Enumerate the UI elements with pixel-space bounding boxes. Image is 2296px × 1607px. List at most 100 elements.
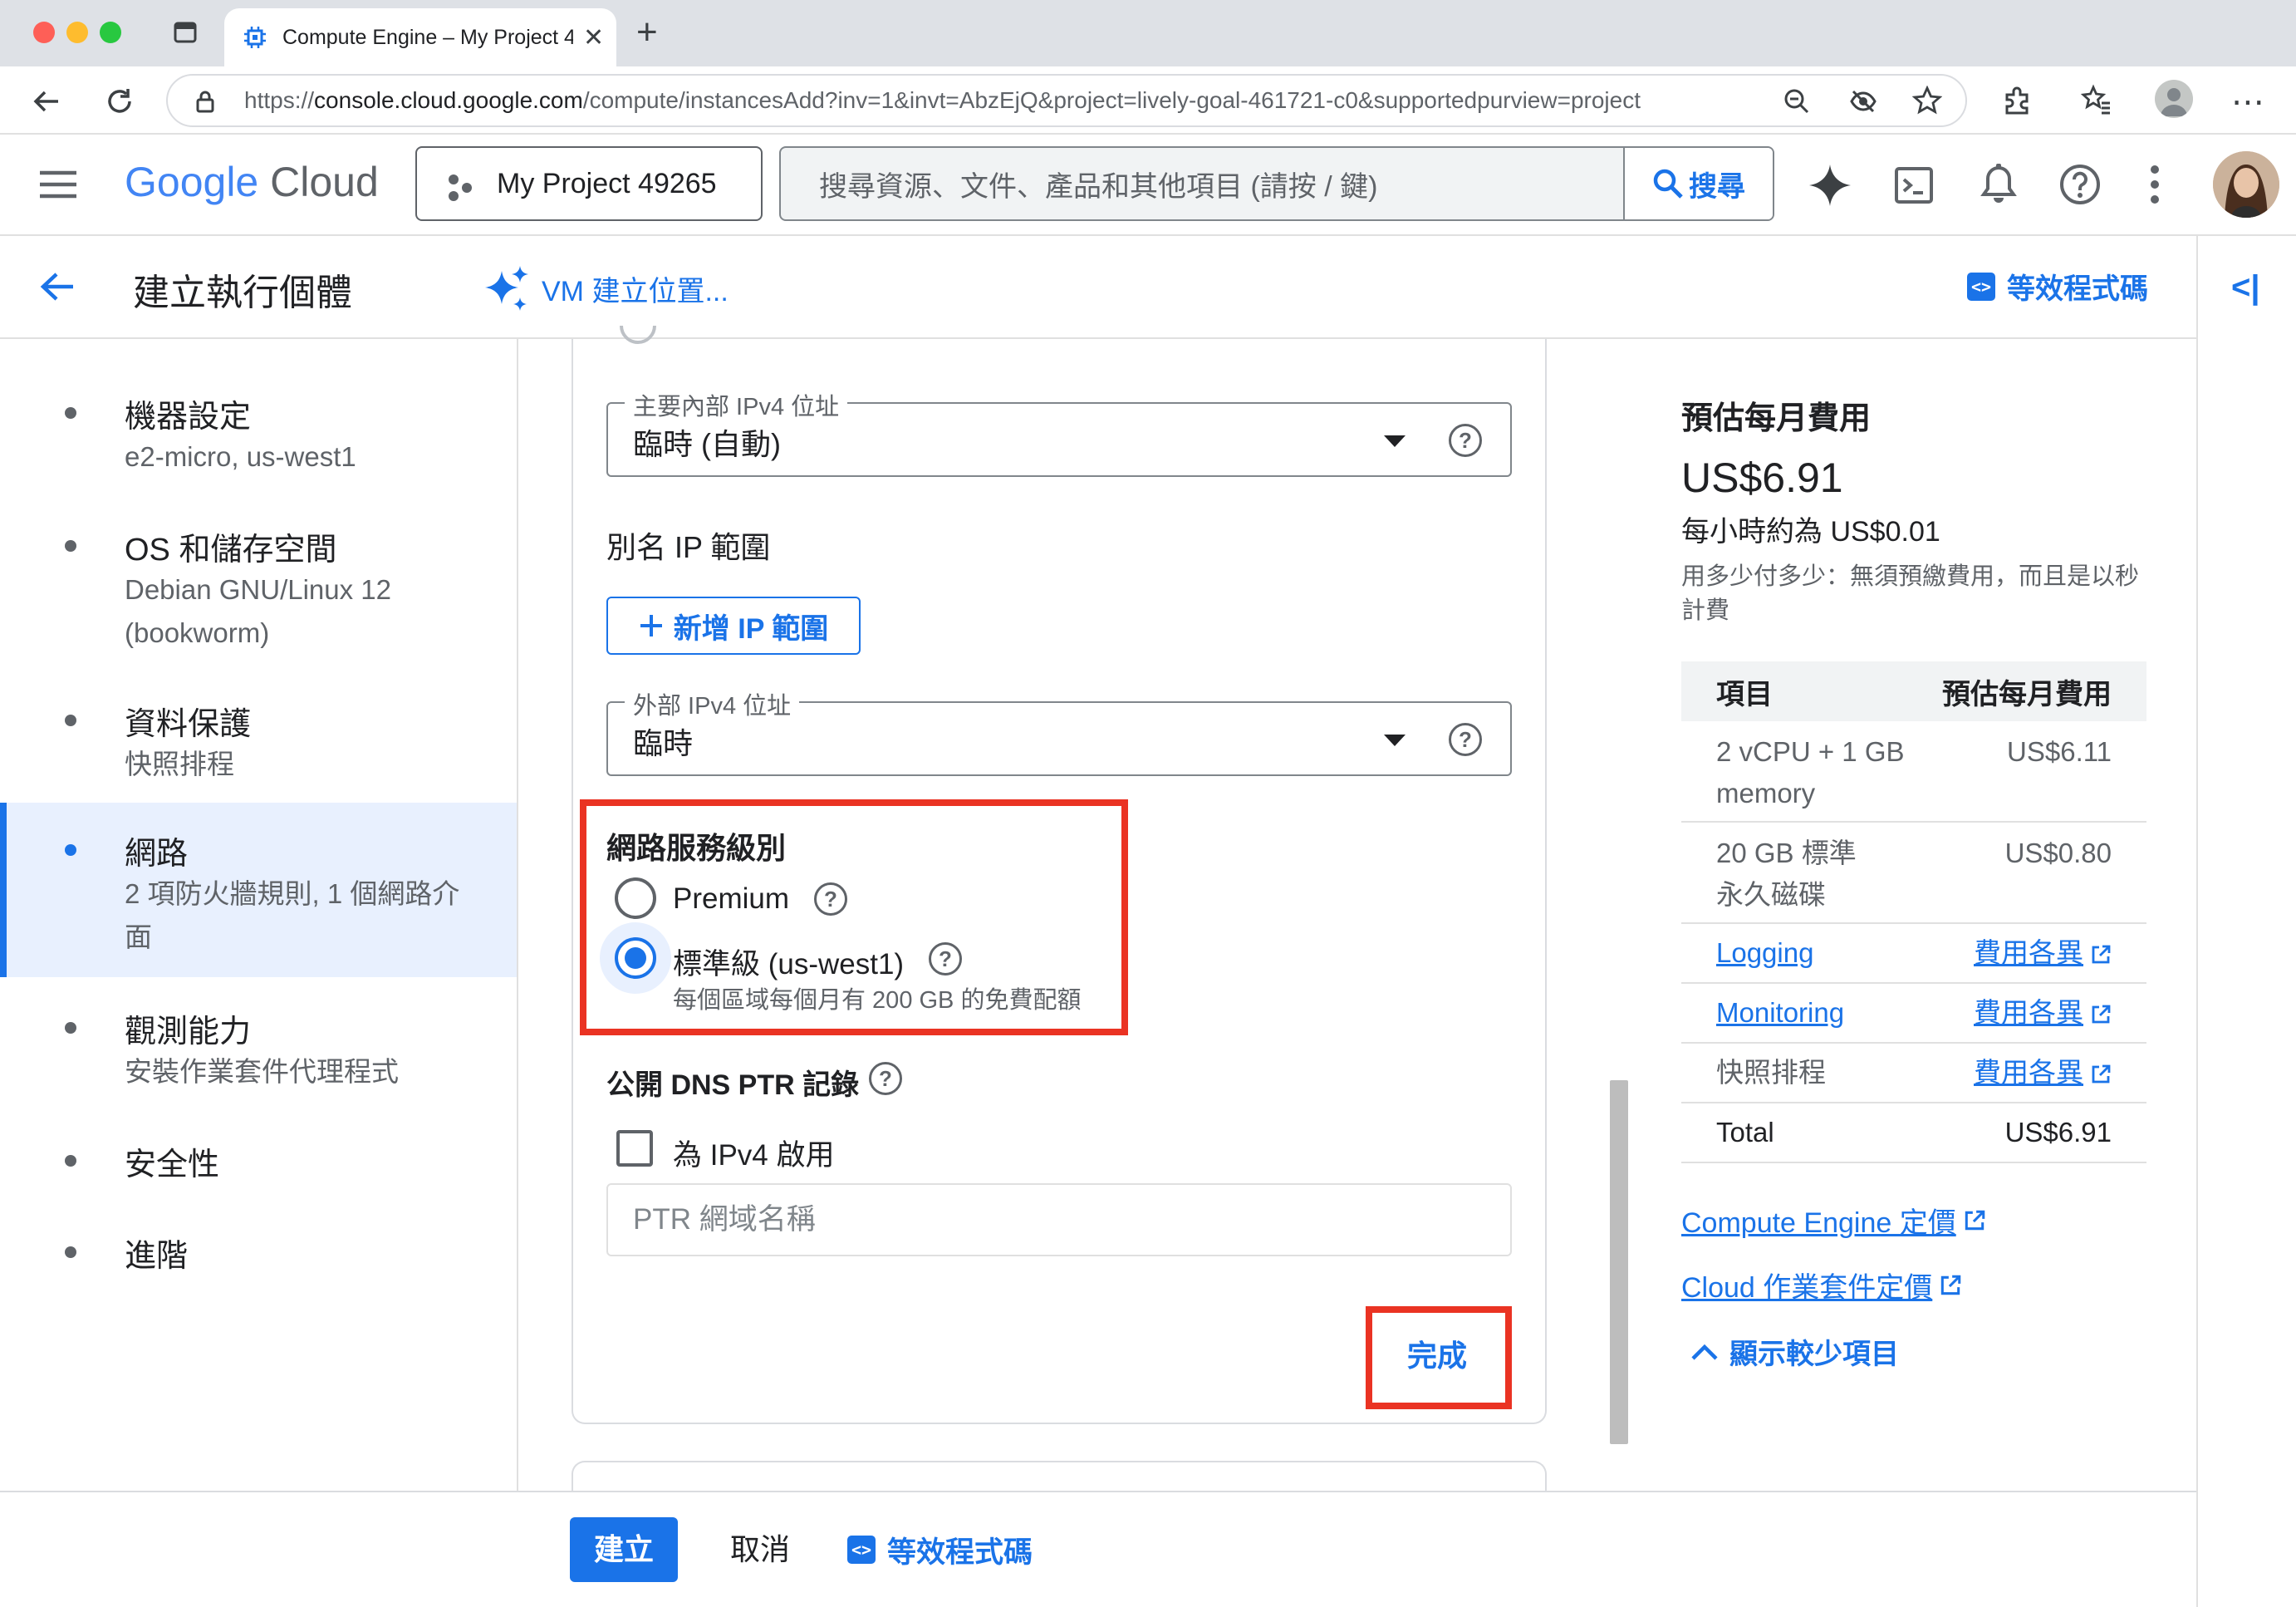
col-item-header: 項目	[1716, 678, 1773, 710]
url-scheme: https://	[244, 87, 315, 113]
logging-link[interactable]: Logging	[1716, 932, 1813, 974]
browser-tab-active[interactable]: Compute Engine – My Project 4 ✕	[224, 8, 616, 66]
browser-profile-avatar[interactable]	[2155, 80, 2193, 118]
hamburger-menu-icon[interactable]	[38, 170, 78, 199]
minimize-window-button[interactable]	[66, 22, 88, 43]
add-ip-range-label: 新增 IP 範圍	[673, 612, 829, 645]
search-button[interactable]: 搜尋	[1623, 148, 1773, 219]
tracking-protection-icon[interactable]	[1849, 87, 1877, 115]
external-link-icon	[1965, 1210, 1985, 1230]
tier-standard-radio[interactable]	[615, 937, 656, 979]
project-picker-button[interactable]: My Project 49265	[415, 146, 763, 221]
cost-table: 項目 預估每月費用 2 vCPU + 1 GB memory US$6.11 2…	[1681, 661, 2146, 1163]
done-button[interactable]: 完成	[1379, 1333, 1495, 1379]
browser-menu-icon[interactable]: ⋯	[2231, 83, 2266, 121]
cost-monthly-total: US$6.91	[1681, 455, 1843, 501]
nav-item-os-storage[interactable]: OS 和儲存空間 Debian GNU/Linux 12 (bookworm)	[0, 518, 517, 660]
site-info-icon[interactable]	[193, 89, 218, 114]
url-field[interactable]: https://console.cloud.google.com/compute…	[166, 74, 1967, 127]
monitoring-cost-link[interactable]: 費用各異	[1974, 992, 2112, 1034]
nav-item-observability[interactable]: 觀測能力 安裝作業套件代理程式	[0, 1000, 517, 1092]
favorites-icon[interactable]	[2080, 83, 2113, 116]
cost-note: 用多少付多少：無須預繳費用，而且是以秒計費	[1681, 563, 2140, 624]
reload-icon[interactable]	[103, 85, 136, 118]
enable-ipv4-ptr-checkbox[interactable]	[616, 1130, 653, 1167]
search-input[interactable]: 搜尋資源、文件、產品和其他項目 (請按 / 鍵)	[819, 164, 1633, 204]
tier-premium-label: Premium	[673, 882, 790, 915]
table-row: 2 vCPU + 1 GB memory US$6.11	[1681, 721, 2146, 823]
help-icon[interactable]	[2058, 163, 2102, 206]
collapse-panel-icon[interactable]: <|	[2231, 269, 2260, 307]
external-ip-select[interactable]: 外部 IPv4 位址 臨時 ?	[606, 686, 1512, 776]
primary-internal-ip-select[interactable]: 主要內部 IPv4 位址 臨時 (自動) ?	[606, 387, 1512, 477]
account-avatar[interactable]	[2213, 151, 2279, 218]
ptr-domain-field[interactable]	[606, 1183, 1512, 1256]
cloud-shell-icon[interactable]	[1894, 166, 1934, 204]
favorite-star-icon[interactable]	[1912, 86, 1942, 115]
new-tab-button[interactable]: +	[636, 12, 658, 53]
code-icon: <>	[1967, 272, 1995, 301]
tier-standard-label: 標準級 (us-west1)	[673, 948, 905, 980]
page-title: 建立執行個體	[133, 273, 352, 313]
next-section-panel	[572, 1461, 1547, 1494]
cancel-button[interactable]: 取消	[714, 1517, 806, 1582]
col-cost-header: 預估每月費用	[1942, 678, 2112, 710]
logging-cost-link[interactable]: 費用各異	[1974, 932, 2112, 974]
partial-radio-top	[620, 326, 656, 346]
help-circle-icon[interactable]: ?	[814, 882, 847, 916]
back-arrow-icon[interactable]	[38, 268, 76, 306]
nav-item-networking[interactable]: 網路 2 項防火牆規則, 1 個網路介面	[0, 803, 517, 977]
ptr-domain-input[interactable]	[608, 1185, 1510, 1255]
nav-item-subtitle: e2-micro, us-west1	[125, 441, 356, 472]
close-window-button[interactable]	[33, 22, 55, 43]
help-circle-icon[interactable]: ?	[1449, 424, 1482, 457]
back-icon[interactable]	[30, 85, 63, 118]
compute-engine-pricing-link[interactable]: Compute Engine 定價	[1681, 1200, 1986, 1241]
monitoring-link[interactable]: Monitoring	[1716, 992, 1844, 1034]
nav-item-subtitle: 快照排程	[125, 749, 234, 779]
gemini-sparkle-icon[interactable]	[1808, 163, 1852, 208]
equivalent-code-button-top[interactable]: <> 等效程式碼	[1967, 266, 2148, 307]
ops-pricing-label: Cloud 作業套件定價	[1681, 1272, 1933, 1304]
plus-icon	[639, 613, 664, 638]
add-ip-range-button[interactable]: 新增 IP 範圍	[606, 597, 861, 655]
nav-item-advanced[interactable]: 進階	[0, 1225, 517, 1275]
help-circle-icon[interactable]: ?	[929, 942, 962, 976]
tab-title: Compute Engine – My Project 4	[282, 25, 573, 49]
help-circle-icon[interactable]: ?	[869, 1062, 902, 1095]
dropdown-caret-icon	[1384, 435, 1406, 447]
equivalent-code-button-bottom[interactable]: <> 等效程式碼	[847, 1517, 1033, 1582]
nav-bullet	[65, 1155, 76, 1167]
table-row: Logging 費用各異	[1681, 924, 2146, 984]
vm-creation-helper-link[interactable]: VM 建立位置...	[482, 264, 729, 312]
search-icon	[1652, 168, 1684, 199]
zoom-window-button[interactable]	[100, 22, 121, 43]
nav-item-security[interactable]: 安全性	[0, 1133, 517, 1183]
logo-cloud-text: Cloud	[270, 159, 379, 205]
nav-item-machine[interactable]: 機器設定 e2-micro, us-west1	[0, 386, 517, 485]
tab-overview-icon[interactable]	[173, 20, 198, 45]
external-link-icon	[1941, 1275, 1961, 1295]
close-tab-icon[interactable]: ✕	[583, 23, 604, 52]
nav-item-data-protection[interactable]: 資料保護 快照排程	[0, 693, 517, 784]
search-bar[interactable]: 搜尋資源、文件、產品和其他項目 (請按 / 鍵) 搜尋	[779, 146, 1774, 221]
tier-premium-radio[interactable]	[615, 877, 656, 919]
enable-ipv4-ptr-label: 為 IPv4 啟用	[673, 1139, 835, 1172]
extensions-icon[interactable]	[2000, 83, 2034, 116]
row-item: 快照排程	[1716, 1057, 1826, 1088]
help-circle-icon[interactable]: ?	[1449, 723, 1482, 756]
search-button-label: 搜尋	[1689, 170, 1745, 203]
row-cost: 費用各異	[1974, 937, 2083, 968]
nav-bullet	[65, 407, 76, 419]
snapshot-cost-link[interactable]: 費用各異	[1974, 1052, 2112, 1093]
zoom-out-icon[interactable]	[1783, 87, 1811, 115]
show-less-button[interactable]: 顯示較少項目	[1690, 1331, 1899, 1372]
cloud-ops-pricing-link[interactable]: Cloud 作業套件定價	[1681, 1265, 1962, 1305]
nav-item-subtitle: 安裝作業套件代理程式	[125, 1056, 399, 1087]
equivalent-code-label: 等效程式碼	[2007, 273, 2148, 305]
create-button[interactable]: 建立	[570, 1517, 678, 1582]
google-cloud-logo[interactable]: Google Cloud	[125, 158, 379, 206]
more-options-icon[interactable]	[2148, 163, 2161, 206]
notifications-bell-icon[interactable]	[1980, 163, 2017, 206]
scrollbar-thumb[interactable]	[1610, 1080, 1628, 1444]
